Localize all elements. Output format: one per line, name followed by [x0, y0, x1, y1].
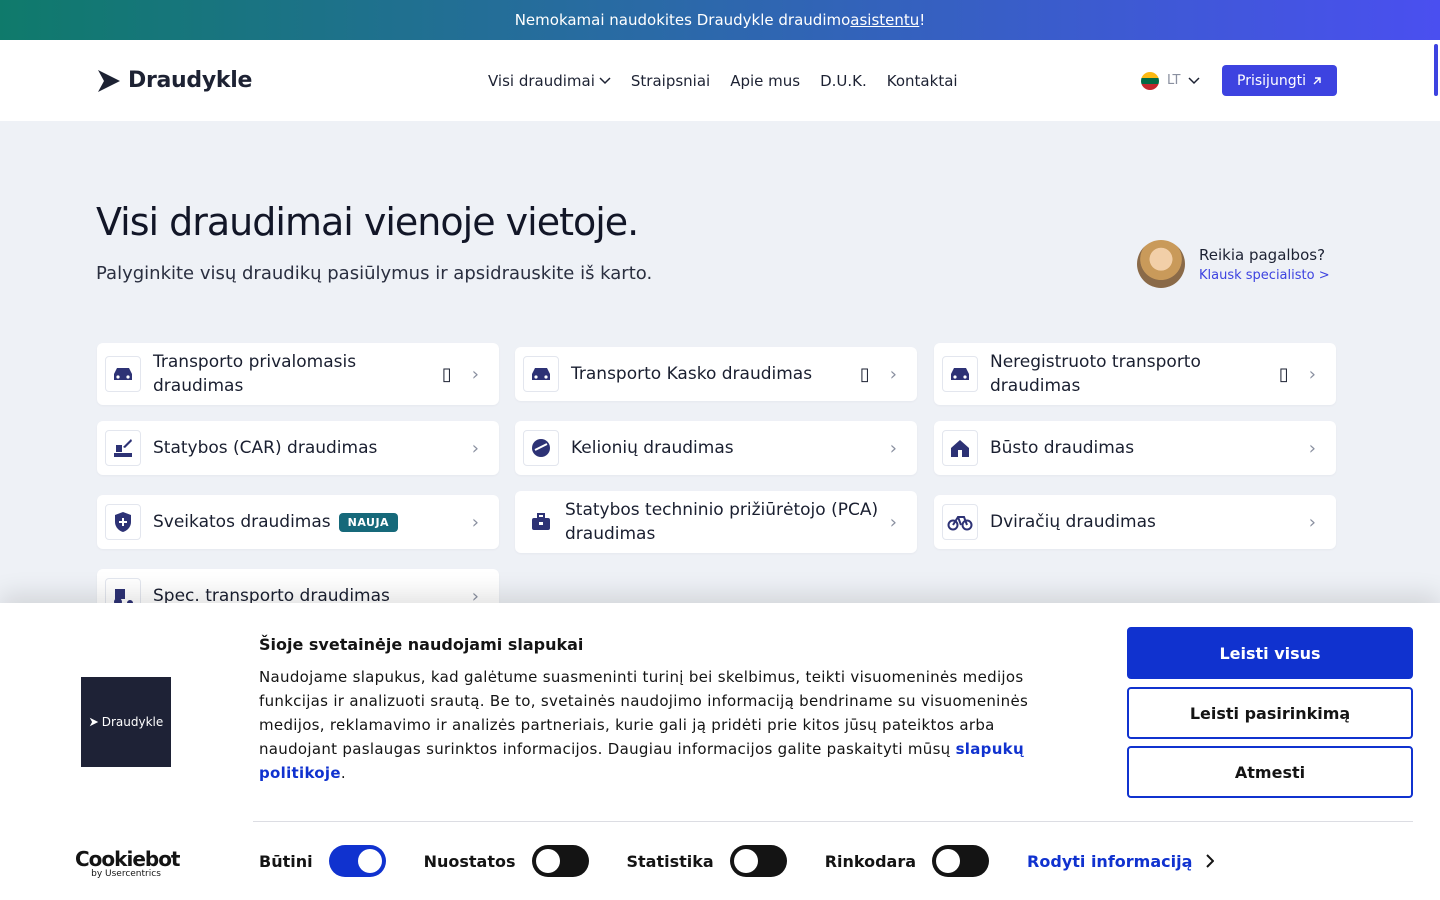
- car-icon: [105, 356, 141, 392]
- deny-button[interactable]: Atmesti: [1127, 746, 1413, 798]
- card-unregistered-transport[interactable]: Neregistruoto transporto draudimas ▯ ›: [934, 343, 1336, 405]
- consent-toggles: Būtini Nuostatos Statistika Rinkodara Ro…: [259, 845, 1215, 877]
- page-title: Visi draudimai vienoje vietoje.: [96, 200, 639, 244]
- marketing-switch[interactable]: [932, 845, 990, 877]
- chevron-right-icon: ›: [1308, 363, 1316, 385]
- page-subtitle: Palyginkite visų draudikų pasiūlymus ir …: [96, 263, 653, 284]
- login-button[interactable]: Prisijungti: [1222, 65, 1337, 96]
- card-label: Statybos techninio prižiūrėtojo (PCA) dr…: [565, 500, 879, 544]
- cookiebot-logo: Cookiebot by Usercentrics: [75, 847, 181, 879]
- chevron-right-icon: ›: [1308, 511, 1316, 533]
- help-title: Reikia pagalbos?: [1199, 245, 1326, 264]
- divider: [253, 821, 1413, 822]
- nav-articles[interactable]: Straipsniai: [631, 72, 710, 90]
- logo-mark-icon: [98, 69, 120, 92]
- site-header: Draudykle Visi draudimai Straipsniai Api…: [0, 40, 1440, 121]
- chevron-right-icon: ›: [471, 511, 479, 533]
- toggle-statistics: Statistika: [627, 845, 787, 877]
- promo-link[interactable]: asistentu: [850, 11, 919, 29]
- lithuania-flag-icon: [1141, 71, 1159, 90]
- promo-end: !: [919, 11, 926, 29]
- main-nav: Visi draudimai Straipsniai Apie mus D.U.…: [488, 72, 958, 90]
- phone-icon: ▯: [859, 363, 870, 385]
- card-bicycle[interactable]: Dviračių draudimas ›: [934, 495, 1336, 549]
- allow-selection-button[interactable]: Leisti pasirinkimą: [1127, 687, 1413, 739]
- card-label: Kelionių draudimas: [571, 438, 734, 458]
- show-details-link[interactable]: Rodyti informaciją: [1027, 852, 1215, 871]
- card-travel[interactable]: Kelionių draudimas ›: [515, 421, 917, 475]
- promo-text: Nemokamai naudokites Draudykle draudimo: [514, 11, 851, 29]
- cookie-consent-banner: Draudykle Šioje svetainėje naudojami sla…: [0, 603, 1440, 900]
- card-construction-car[interactable]: Statybos (CAR) draudimas ›: [97, 421, 499, 475]
- car-icon: [942, 356, 978, 392]
- toggle-preferences: Nuostatos: [424, 845, 589, 877]
- toggle-marketing: Rinkodara: [825, 845, 990, 877]
- phone-icon: ▯: [1278, 363, 1289, 385]
- card-label: Statybos (CAR) draudimas: [153, 438, 378, 458]
- phone-icon: ▯: [441, 363, 452, 385]
- card-label: Sveikatos draudimas: [153, 512, 331, 532]
- necessary-switch[interactable]: [328, 845, 386, 877]
- card-health[interactable]: Sveikatos draudimas NAUJA ›: [97, 495, 499, 549]
- chevron-right-icon: ›: [889, 363, 897, 385]
- language-code: LT: [1167, 73, 1181, 88]
- site-logo[interactable]: Draudykle: [96, 68, 252, 94]
- chevron-down-icon: [599, 76, 611, 84]
- logo-text: Draudykle: [128, 68, 253, 93]
- travel-icon: [523, 430, 559, 466]
- statistics-switch[interactable]: [729, 845, 787, 877]
- cookie-title: Šioje svetainėje naudojami slapukai: [259, 635, 584, 654]
- card-label: Būsto draudimas: [990, 438, 1135, 458]
- card-transport-mandatory[interactable]: Transporto privalomasis draudimas ▯ ›: [97, 343, 499, 405]
- new-badge: NAUJA: [338, 512, 399, 532]
- briefcase-icon: [523, 504, 559, 540]
- construction-icon: [105, 430, 141, 466]
- chevron-right-icon: ›: [471, 437, 479, 459]
- chevron-right-icon: ›: [1308, 437, 1316, 459]
- card-label: Transporto privalomasis draudimas: [153, 352, 357, 396]
- arrow-up-right-icon: [1313, 76, 1321, 84]
- ask-specialist-link[interactable]: Klausk specialisto >: [1199, 268, 1330, 283]
- nav-about[interactable]: Apie mus: [730, 72, 800, 90]
- promo-banner: Nemokamai naudokites Draudykle draudimo …: [0, 0, 1440, 40]
- house-icon: [942, 430, 978, 466]
- bicycle-icon: [942, 504, 978, 540]
- toggle-necessary: Būtini: [259, 845, 386, 877]
- help-widget[interactable]: Reikia pagalbos? Klausk specialisto >: [1137, 240, 1330, 288]
- chevron-down-icon: [1188, 76, 1200, 84]
- nav-all-insurance[interactable]: Visi draudimai: [488, 72, 611, 90]
- health-shield-icon: [105, 504, 141, 540]
- nav-contacts[interactable]: Kontaktai: [887, 72, 958, 90]
- card-construction-supervisor-pca[interactable]: Statybos techninio prižiūrėtojo (PCA) dr…: [515, 491, 917, 553]
- chevron-right-icon: ›: [889, 437, 897, 459]
- specialist-avatar: [1137, 240, 1185, 288]
- preferences-switch[interactable]: [531, 845, 589, 877]
- scrollbar-thumb[interactable]: [1434, 44, 1438, 96]
- card-label: Transporto Kasko draudimas: [571, 364, 813, 384]
- nav-faq[interactable]: D.U.K.: [820, 72, 867, 90]
- chevron-right-icon: [1206, 854, 1215, 868]
- chevron-right-icon: ›: [889, 511, 897, 533]
- cookie-description: Naudojame slapukus, kad galėtume suasmen…: [259, 668, 1029, 782]
- card-label: Dviračių draudimas: [990, 512, 1156, 532]
- card-transport-kasko[interactable]: Transporto Kasko draudimas ▯ ›: [515, 347, 917, 401]
- logo-mark-icon: [89, 717, 98, 727]
- cookie-site-logo: Draudykle: [81, 677, 171, 767]
- card-housing[interactable]: Būsto draudimas ›: [934, 421, 1336, 475]
- chevron-right-icon: ›: [471, 363, 479, 385]
- card-label: Neregistruoto transporto draudimas: [990, 352, 1201, 396]
- allow-all-button[interactable]: Leisti visus: [1127, 627, 1413, 679]
- language-selector[interactable]: LT: [1141, 71, 1200, 90]
- car-icon: [523, 356, 559, 392]
